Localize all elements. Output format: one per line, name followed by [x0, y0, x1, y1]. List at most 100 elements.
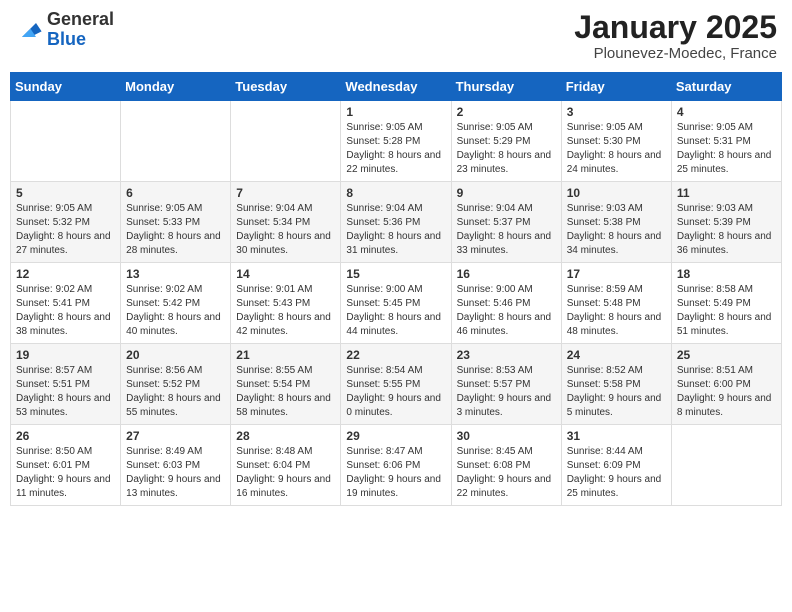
calendar-cell: 15Sunrise: 9:00 AM Sunset: 5:45 PM Dayli… — [341, 263, 451, 344]
day-number: 4 — [677, 105, 776, 119]
weekday-header-row: SundayMondayTuesdayWednesdayThursdayFrid… — [11, 73, 782, 101]
logo-icon — [15, 16, 43, 44]
day-info: Sunrise: 9:05 AM Sunset: 5:33 PM Dayligh… — [126, 202, 225, 258]
day-info: Sunrise: 9:03 AM Sunset: 5:38 PM Dayligh… — [567, 202, 666, 258]
day-info: Sunrise: 8:58 AM Sunset: 5:49 PM Dayligh… — [677, 283, 776, 339]
calendar-cell: 13 Sunrise: 9:02 AM Sunset: 5:42 PM Dayli… — [121, 263, 231, 344]
title-block: January 2025 Plounevez-Moedec, France — [574, 10, 777, 62]
day-info: Sunrise: 8:54 AM Sunset: 5:55 PM Dayligh… — [346, 364, 445, 420]
logo: General Blue — [15, 10, 114, 50]
day-info: Sunrise: 9:02 AM Sunset: 5:41 PM Dayligh… — [16, 283, 115, 339]
page-header: General Blue January 2025 Plounevez-Moed… — [10, 10, 782, 62]
month-title: January 2025 — [574, 10, 777, 45]
calendar-cell: 6 Sunrise: 9:05 AM Sunset: 5:33 PM Daylig… — [121, 182, 231, 263]
calendar-cell: 10 Sunrise: 9:03 AM Sunset: 5:38 PM Dayli… — [561, 182, 671, 263]
calendar-cell: 31 Sunrise: 8:44 AM Sunset: 6:09 PM Dayli… — [561, 425, 671, 506]
calendar-cell: 26 Sunrise: 8:50 AM Sunset: 6:01 PM Dayli… — [11, 425, 121, 506]
weekday-header-saturday: Saturday — [671, 73, 781, 101]
calendar-cell: 19 Sunrise: 8:57 AM Sunset: 5:51 PM Dayli… — [11, 344, 121, 425]
logo-blue: Blue — [47, 30, 114, 50]
day-info: Sunrise: 9:00 AM Sunset: 5:45 PM Dayligh… — [346, 283, 445, 339]
day-number: 29 — [346, 429, 445, 443]
day-number: 22 — [346, 348, 445, 362]
day-number: 31 — [567, 429, 666, 443]
day-info: Sunrise: 8:49 AM Sunset: 6:03 PM Dayligh… — [126, 445, 225, 501]
calendar-cell: 28Sunrise: 8:48 AM Sunset: 6:04 PM Dayli… — [231, 425, 341, 506]
day-info: Sunrise: 8:44 AM Sunset: 6:09 PM Dayligh… — [567, 445, 666, 501]
day-number: 19 — [16, 348, 115, 362]
day-info: Sunrise: 8:53 AM Sunset: 5:57 PM Dayligh… — [457, 364, 556, 420]
day-number: 10 — [567, 186, 666, 200]
day-number: 20 — [126, 348, 225, 362]
day-number: 24 — [567, 348, 666, 362]
day-number: 14 — [236, 267, 335, 281]
day-number: 13 — [126, 267, 225, 281]
day-number: 18 — [677, 267, 776, 281]
day-number: 11 — [677, 186, 776, 200]
day-info: Sunrise: 8:48 AM Sunset: 6:04 PM Dayligh… — [236, 445, 335, 501]
weekday-header-tuesday: Tuesday — [231, 73, 341, 101]
day-info: Sunrise: 8:52 AM Sunset: 5:58 PM Dayligh… — [567, 364, 666, 420]
calendar-cell: 29 Sunrise: 8:47 AM Sunset: 6:06 PM Dayli… — [341, 425, 451, 506]
calendar-cell: 21Sunrise: 8:55 AM Sunset: 5:54 PM Dayli… — [231, 344, 341, 425]
day-info: Sunrise: 8:59 AM Sunset: 5:48 PM Dayligh… — [567, 283, 666, 339]
day-info: Sunrise: 9:05 AM Sunset: 5:29 PM Dayligh… — [457, 121, 556, 177]
day-info: Sunrise: 9:05 AM Sunset: 5:31 PM Dayligh… — [677, 121, 776, 177]
day-number: 7 — [236, 186, 335, 200]
calendar-cell: 23Sunrise: 8:53 AM Sunset: 5:57 PM Dayli… — [451, 344, 561, 425]
calendar-cell: 7 Sunrise: 9:04 AM Sunset: 5:34 PM Daylig… — [231, 182, 341, 263]
day-number: 8 — [346, 186, 445, 200]
day-number: 3 — [567, 105, 666, 119]
day-number: 1 — [346, 105, 445, 119]
calendar-cell: 14Sunrise: 9:01 AM Sunset: 5:43 PM Dayli… — [231, 263, 341, 344]
day-number: 9 — [457, 186, 556, 200]
calendar-cell — [121, 101, 231, 182]
weekday-header-monday: Monday — [121, 73, 231, 101]
day-number: 6 — [126, 186, 225, 200]
day-number: 2 — [457, 105, 556, 119]
day-info: Sunrise: 8:51 AM Sunset: 6:00 PM Dayligh… — [677, 364, 776, 420]
day-info: Sunrise: 9:02 AM Sunset: 5:42 PM Dayligh… — [126, 283, 225, 339]
calendar-cell: 30 Sunrise: 8:45 AM Sunset: 6:08 PM Dayli… — [451, 425, 561, 506]
day-info: Sunrise: 8:45 AM Sunset: 6:08 PM Dayligh… — [457, 445, 556, 501]
day-info: Sunrise: 9:04 AM Sunset: 5:36 PM Dayligh… — [346, 202, 445, 258]
logo-general: General — [47, 10, 114, 30]
week-row-3: 12Sunrise: 9:02 AM Sunset: 5:41 PM Dayli… — [11, 263, 782, 344]
week-row-1: 1Sunrise: 9:05 AM Sunset: 5:28 PM Daylig… — [11, 101, 782, 182]
calendar-cell: 11 Sunrise: 9:03 AM Sunset: 5:39 PM Dayli… — [671, 182, 781, 263]
calendar-cell — [11, 101, 121, 182]
calendar-table: SundayMondayTuesdayWednesdayThursdayFrid… — [10, 72, 782, 506]
day-info: Sunrise: 9:04 AM Sunset: 5:37 PM Dayligh… — [457, 202, 556, 258]
calendar-cell: 2 Sunrise: 9:05 AM Sunset: 5:29 PM Daylig… — [451, 101, 561, 182]
week-row-2: 5Sunrise: 9:05 AM Sunset: 5:32 PM Daylig… — [11, 182, 782, 263]
day-info: Sunrise: 8:56 AM Sunset: 5:52 PM Dayligh… — [126, 364, 225, 420]
calendar-cell: 1Sunrise: 9:05 AM Sunset: 5:28 PM Daylig… — [341, 101, 451, 182]
calendar-cell: 22 Sunrise: 8:54 AM Sunset: 5:55 PM Dayli… — [341, 344, 451, 425]
calendar-cell: 9 Sunrise: 9:04 AM Sunset: 5:37 PM Daylig… — [451, 182, 561, 263]
day-number: 21 — [236, 348, 335, 362]
calendar-cell: 5Sunrise: 9:05 AM Sunset: 5:32 PM Daylig… — [11, 182, 121, 263]
day-info: Sunrise: 9:00 AM Sunset: 5:46 PM Dayligh… — [457, 283, 556, 339]
day-info: Sunrise: 8:47 AM Sunset: 6:06 PM Dayligh… — [346, 445, 445, 501]
day-number: 26 — [16, 429, 115, 443]
day-number: 16 — [457, 267, 556, 281]
day-number: 5 — [16, 186, 115, 200]
day-info: Sunrise: 9:04 AM Sunset: 5:34 PM Dayligh… — [236, 202, 335, 258]
calendar-cell: 18 Sunrise: 8:58 AM Sunset: 5:49 PM Dayli… — [671, 263, 781, 344]
calendar-cell: 24 Sunrise: 8:52 AM Sunset: 5:58 PM Dayli… — [561, 344, 671, 425]
day-number: 27 — [126, 429, 225, 443]
calendar-cell: 16 Sunrise: 9:00 AM Sunset: 5:46 PM Dayli… — [451, 263, 561, 344]
day-info: Sunrise: 8:50 AM Sunset: 6:01 PM Dayligh… — [16, 445, 115, 501]
day-info: Sunrise: 8:57 AM Sunset: 5:51 PM Dayligh… — [16, 364, 115, 420]
calendar-cell: 4 Sunrise: 9:05 AM Sunset: 5:31 PM Daylig… — [671, 101, 781, 182]
calendar-cell: 8 Sunrise: 9:04 AM Sunset: 5:36 PM Daylig… — [341, 182, 451, 263]
day-number: 30 — [457, 429, 556, 443]
weekday-header-thursday: Thursday — [451, 73, 561, 101]
day-info: Sunrise: 9:03 AM Sunset: 5:39 PM Dayligh… — [677, 202, 776, 258]
calendar-cell: 27 Sunrise: 8:49 AM Sunset: 6:03 PM Dayli… — [121, 425, 231, 506]
location: Plounevez-Moedec, France — [574, 45, 777, 62]
logo-text: General Blue — [47, 10, 114, 50]
calendar-cell: 20 Sunrise: 8:56 AM Sunset: 5:52 PM Dayli… — [121, 344, 231, 425]
day-info: Sunrise: 9:05 AM Sunset: 5:30 PM Dayligh… — [567, 121, 666, 177]
week-row-4: 19 Sunrise: 8:57 AM Sunset: 5:51 PM Dayli… — [11, 344, 782, 425]
